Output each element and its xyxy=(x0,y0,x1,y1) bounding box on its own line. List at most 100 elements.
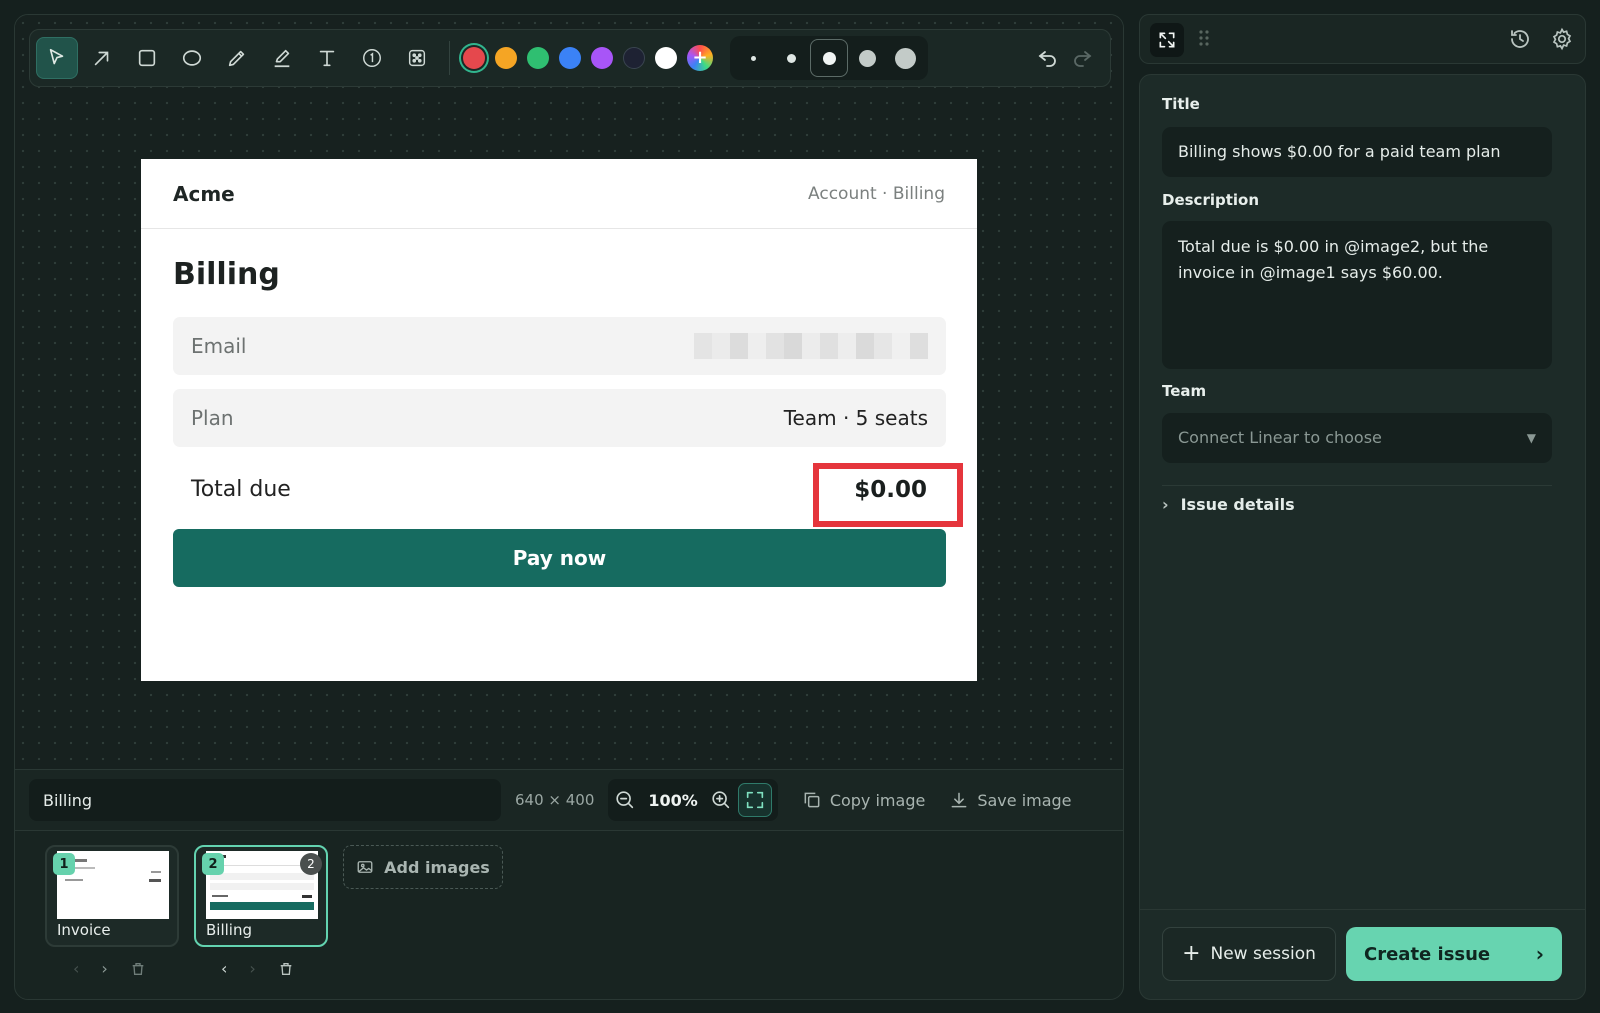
rectangle-icon xyxy=(138,49,156,67)
custom-color-button[interactable]: + xyxy=(687,45,713,71)
zoom-controls: 100% xyxy=(608,779,778,821)
screenshot-plan-row: Plan Team · 5 seats xyxy=(173,389,946,447)
size-l-button[interactable] xyxy=(848,39,886,77)
arrow-tool[interactable] xyxy=(81,37,123,79)
screenshot-plan-label: Plan xyxy=(191,406,234,430)
copy-image-button[interactable]: Copy image xyxy=(802,790,926,810)
color-swatch[interactable] xyxy=(527,47,549,69)
annotation-toolbar: + xyxy=(29,29,1111,87)
section-divider xyxy=(1162,485,1552,486)
move-left-icon[interactable]: ‹ xyxy=(221,959,227,978)
size-xs-button[interactable] xyxy=(734,39,772,77)
highlighter-icon xyxy=(274,49,290,68)
screenshot-heading: Billing xyxy=(173,257,280,292)
thumbnail-invoice[interactable]: 1 Invoice xyxy=(45,845,179,947)
thumbnail-billing[interactable]: 2 2 Billing xyxy=(194,845,328,947)
plus-icon: + xyxy=(692,47,708,68)
select-tool[interactable] xyxy=(36,37,78,79)
copy-image-label: Copy image xyxy=(829,790,926,810)
size-m-button[interactable] xyxy=(810,39,848,77)
undo-button[interactable] xyxy=(1036,46,1060,70)
save-image-button[interactable]: Save image xyxy=(949,790,1072,810)
step-number-tool[interactable] xyxy=(351,37,393,79)
fit-to-screen-button[interactable] xyxy=(737,783,772,817)
issue-details-label: Issue details xyxy=(1180,495,1295,514)
pencil-icon xyxy=(228,50,245,67)
screenshot-logo: Acme xyxy=(173,181,235,206)
zoom-in-icon xyxy=(712,791,729,809)
history-icon xyxy=(1511,30,1529,48)
size-s-button[interactable] xyxy=(772,39,810,77)
thumbnail-billing-controls: ‹ › xyxy=(221,959,294,978)
ellipse-tool[interactable] xyxy=(171,37,213,79)
plus-icon: + xyxy=(1182,941,1201,966)
move-right-icon[interactable]: › xyxy=(249,959,255,978)
issue-details-toggle[interactable]: › Issue details xyxy=(1162,495,1295,514)
create-issue-button[interactable]: Create issue › xyxy=(1346,927,1562,981)
color-swatch[interactable] xyxy=(591,47,613,69)
description-label: Description xyxy=(1162,191,1260,209)
rectangle-tool[interactable] xyxy=(126,37,168,79)
zoom-out-icon xyxy=(616,791,634,809)
color-swatch[interactable] xyxy=(463,47,485,69)
description-textarea[interactable]: Total due is $0.00 in @image2, but the i… xyxy=(1162,221,1552,369)
trash-icon[interactable] xyxy=(278,961,294,977)
annotation-count-badge: 2 xyxy=(300,853,322,875)
screenshot-plan-value: Team · 5 seats xyxy=(783,406,928,430)
history-button[interactable] xyxy=(1508,27,1532,55)
move-left-icon[interactable]: ‹ xyxy=(73,959,79,978)
expand-button[interactable] xyxy=(1150,23,1184,57)
title-input[interactable]: Billing shows $0.00 for a paid team plan xyxy=(1162,127,1552,177)
color-swatch[interactable] xyxy=(559,47,581,69)
highlighter-tool[interactable] xyxy=(261,37,303,79)
screenshot-header: Acme Account · Billing xyxy=(141,159,977,229)
editor-panel: + Acme Account · Billing Billing Email P… xyxy=(14,14,1124,1000)
color-swatches xyxy=(458,47,682,69)
redo-icon xyxy=(1074,51,1092,67)
color-swatch[interactable] xyxy=(623,47,645,69)
toolbar-divider xyxy=(449,41,450,75)
add-images-label: Add images xyxy=(384,857,490,877)
team-label: Team xyxy=(1162,382,1207,400)
issue-form-panel: Title Billing shows $0.00 for a paid tea… xyxy=(1139,74,1586,1000)
move-right-icon[interactable]: › xyxy=(101,959,107,978)
arrow-icon xyxy=(94,51,109,66)
dot-xl-icon xyxy=(894,47,916,69)
expand-icon xyxy=(1159,32,1175,48)
text-tool[interactable] xyxy=(306,37,348,79)
screenshot-total-label: Total due xyxy=(191,477,291,502)
color-swatch[interactable] xyxy=(495,47,517,69)
settings-button[interactable] xyxy=(1550,27,1574,55)
dot-m-icon xyxy=(822,51,836,65)
pixelated-email-redaction xyxy=(694,333,928,359)
thumbnail-label: Invoice xyxy=(57,921,111,939)
dropdown-caret-icon: ▼ xyxy=(1526,431,1536,445)
drag-handle-icon[interactable] xyxy=(1196,28,1212,52)
select-icon xyxy=(49,48,64,65)
image-name-input[interactable] xyxy=(29,779,501,821)
new-session-button[interactable]: + New session xyxy=(1162,927,1336,981)
rectangle-annotation[interactable] xyxy=(813,463,963,527)
add-images-button[interactable]: Add images xyxy=(343,845,503,889)
thumbnail-label: Billing xyxy=(206,921,252,939)
team-select[interactable]: Connect Linear to choose ▼ xyxy=(1162,413,1552,463)
chevron-right-icon: › xyxy=(1162,495,1169,514)
blur-tool[interactable] xyxy=(396,37,438,79)
screenshot-preview: Acme Account · Billing Billing Email Pla… xyxy=(141,159,977,681)
zoom-level: 100% xyxy=(648,790,698,810)
trash-icon[interactable] xyxy=(130,961,146,977)
zoom-out-button[interactable] xyxy=(614,789,636,811)
new-session-label: New session xyxy=(1210,944,1316,964)
redo-button[interactable] xyxy=(1070,46,1094,70)
size-xl-button[interactable] xyxy=(886,39,924,77)
undo-icon xyxy=(1038,51,1056,67)
zoom-in-button[interactable] xyxy=(710,789,732,811)
color-swatch[interactable] xyxy=(655,47,677,69)
image-bottom-bar: 640 × 400 100% Copy image Save image xyxy=(15,769,1123,831)
dot-xs-icon xyxy=(750,55,756,61)
canvas[interactable]: + Acme Account · Billing Billing Email P… xyxy=(15,15,1123,769)
stroke-size-picker xyxy=(730,36,928,80)
side-panel-header xyxy=(1139,14,1586,64)
screenshot-breadcrumb: Account · Billing xyxy=(808,183,945,204)
pencil-tool[interactable] xyxy=(216,37,258,79)
